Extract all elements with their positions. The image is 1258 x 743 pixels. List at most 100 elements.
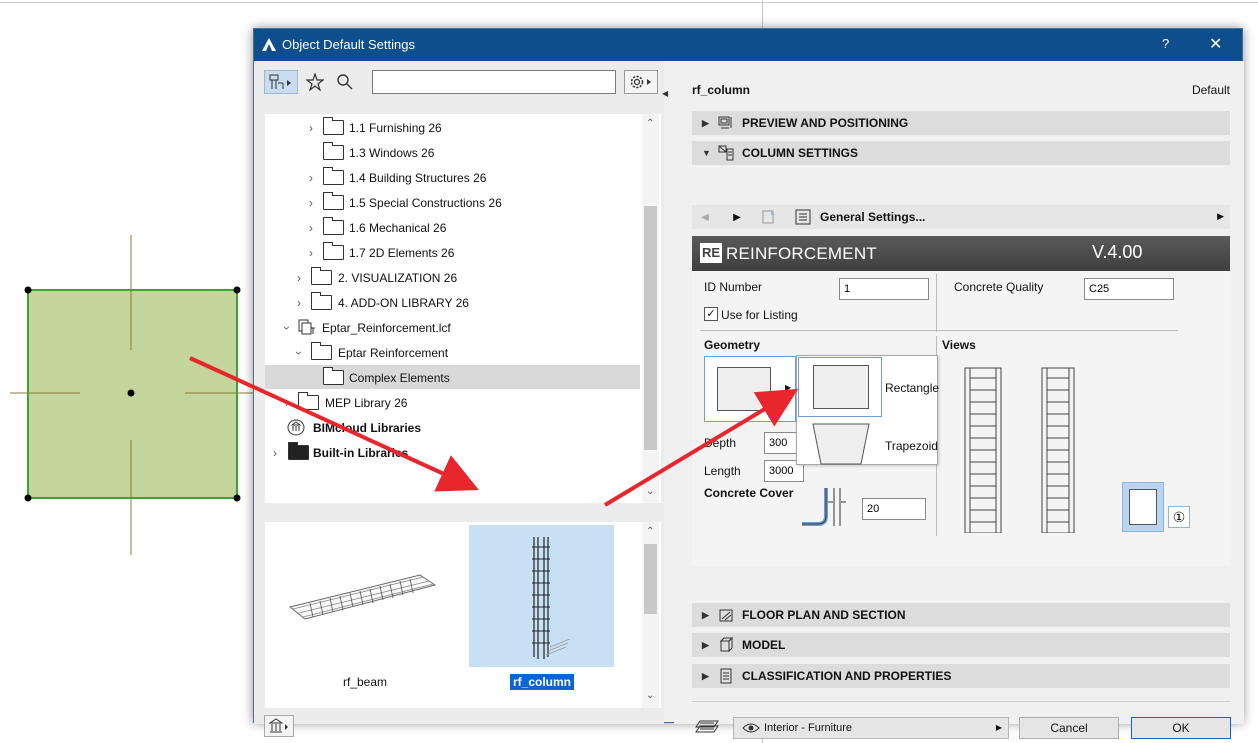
tree-item-mechanical[interactable]: › 1.6 Mechanical 26: [265, 215, 640, 240]
folder-icon: [323, 192, 344, 210]
dropdown-arrow-icon[interactable]: ▶: [1217, 211, 1224, 222]
settings-pane: rf_column Default ▶ PREVIEW AND POSITION…: [674, 61, 1244, 739]
tree-item-label: 1.1 Furnishing 26: [349, 120, 442, 135]
object-preview-grid[interactable]: rf_beam rf_column ⌃ ⌄: [265, 522, 661, 708]
concrete-cover-input[interactable]: [862, 498, 926, 520]
geometry-shape-popup[interactable]: Rectangle Trapezoid: [796, 355, 939, 466]
preview-label-rf-column[interactable]: rf_column: [510, 674, 575, 690]
shape-option-rectangle[interactable]: Rectangle: [885, 381, 939, 395]
tree-item-add-on-library[interactable]: › 4. ADD-ON LIBRARY 26: [265, 290, 640, 315]
archicad-logo-icon: [262, 38, 276, 51]
chevron-down-icon[interactable]: ›: [280, 322, 294, 334]
rf-beam-thumbnail[interactable]: [285, 567, 445, 627]
chevron-right-icon[interactable]: ›: [281, 396, 293, 410]
search-button[interactable]: [334, 70, 356, 94]
scrollbar-thumb[interactable]: [644, 544, 657, 614]
general-settings-dropdown[interactable]: General Settings...: [820, 210, 925, 224]
library-manager-button[interactable]: [264, 715, 294, 737]
tree-item-label: 1.7 2D Elements 26: [349, 245, 455, 260]
chevron-right-icon[interactable]: ›: [305, 196, 317, 210]
chevron-right-icon[interactable]: ›: [305, 171, 317, 185]
chevron-down-icon[interactable]: ⌄: [646, 486, 654, 497]
tree-scrollbar[interactable]: ⌃ ⌄: [642, 114, 659, 503]
page-icon-button[interactable]: [758, 205, 780, 229]
section-label: MODEL: [742, 638, 786, 652]
tree-item-built-in-libraries[interactable]: › Built-in Libraries: [265, 440, 640, 465]
canvas-guide-line: [762, 0, 763, 30]
concrete-quality-input[interactable]: [1084, 278, 1174, 300]
chevron-up-icon[interactable]: ⌃: [646, 526, 654, 537]
panel-classification-properties[interactable]: ▶ CLASSIFICATION AND PROPERTIES: [692, 664, 1230, 688]
tree-item-label: 2. VISUALIZATION 26: [338, 270, 458, 285]
help-button[interactable]: ?: [1162, 36, 1169, 51]
panel-floor-plan-section[interactable]: ▶ FLOOR PLAN AND SECTION: [692, 603, 1230, 627]
tree-item-bimcloud-libraries[interactable]: BIMcloud Libraries: [265, 415, 640, 440]
tree-item-building-structures[interactable]: › 1.4 Building Structures 26: [265, 165, 640, 190]
trapezoid-shape-icon[interactable]: [811, 422, 871, 466]
collapse-arrow-icon[interactable]: ▼: [702, 148, 711, 158]
geometry-shape-picker[interactable]: ▶: [704, 356, 796, 422]
id-number-input[interactable]: [839, 278, 929, 300]
chevron-right-icon[interactable]: ›: [305, 221, 317, 235]
chevron-right-icon[interactable]: ›: [293, 296, 305, 310]
chevron-up-icon[interactable]: ⌃: [646, 118, 654, 129]
view-number-badge[interactable]: ①: [1168, 506, 1190, 528]
expand-arrow-icon[interactable]: ▶: [702, 610, 709, 621]
general-settings-icon-button[interactable]: [792, 205, 814, 229]
expand-arrow-icon[interactable]: ▶: [702, 640, 709, 651]
section-view-button[interactable]: [1122, 482, 1164, 532]
panel-column-settings[interactable]: ▼ COLUMN SETTINGS: [692, 141, 1230, 165]
layer-dropdown[interactable]: Interior - Furniture ▶: [733, 717, 1009, 739]
library-view-button[interactable]: [264, 70, 298, 94]
shape-option-rectangle-tile[interactable]: [798, 357, 882, 417]
library-tree[interactable]: › 1.1 Furnishing 26 1.3 Windows 26 › 1.4…: [265, 114, 661, 503]
tree-item-label: Eptar Reinforcement: [338, 345, 449, 360]
section-view-icon: [1129, 489, 1157, 525]
column-settings-icon: [718, 145, 734, 161]
chevron-right-icon[interactable]: ›: [305, 121, 317, 135]
tree-item-label: Complex Elements: [349, 370, 450, 385]
column-element[interactable]: [0, 0, 260, 743]
panel-model[interactable]: ▶ MODEL: [692, 633, 1230, 657]
library-settings-button[interactable]: [624, 70, 658, 94]
search-icon: [337, 74, 353, 90]
prev-page-button[interactable]: ◀: [694, 205, 716, 229]
tree-item-2d-elements[interactable]: › 1.7 2D Elements 26: [265, 240, 640, 265]
title-bar[interactable]: Object Default Settings ? ✕: [254, 29, 1242, 61]
reinforcement-title: REINFORCEMENT: [726, 244, 877, 263]
tree-item-special-constructions[interactable]: › 1.5 Special Constructions 26: [265, 190, 640, 215]
preview-label-rf-beam[interactable]: rf_beam: [335, 675, 395, 689]
gear-icon: [630, 75, 651, 89]
tree-item-eptar-lcf[interactable]: › Eptar_Reinforcement.lcf: [265, 315, 640, 340]
chevron-right-icon[interactable]: ›: [269, 446, 281, 460]
expand-arrow-icon[interactable]: ▶: [702, 118, 709, 129]
collapse-arrow-icon[interactable]: ◀: [662, 89, 668, 98]
tree-item-complex-elements[interactable]: Complex Elements: [265, 365, 640, 390]
object-name: rf_column: [692, 83, 751, 97]
shape-option-trapezoid[interactable]: Trapezoid: [885, 439, 938, 453]
panel-preview-positioning[interactable]: ▶ PREVIEW AND POSITIONING: [692, 111, 1230, 135]
tree-item-visualization[interactable]: › 2. VISUALIZATION 26: [265, 265, 640, 290]
chevron-right-icon[interactable]: ›: [293, 271, 305, 285]
concrete-cover-diagram-icon: [802, 488, 846, 526]
expand-arrow-icon[interactable]: ▶: [702, 671, 709, 682]
ok-button[interactable]: OK: [1131, 717, 1231, 739]
tree-item-mep-library[interactable]: › MEP Library 26: [265, 390, 640, 415]
chevron-right-icon[interactable]: ›: [305, 246, 317, 260]
close-button[interactable]: ✕: [1209, 34, 1222, 54]
scrollbar-thumb[interactable]: [644, 206, 657, 450]
use-for-listing-checkbox[interactable]: ✓: [704, 307, 718, 321]
favorites-button[interactable]: [304, 70, 326, 94]
preview-rf-column-selected[interactable]: [469, 525, 614, 667]
model-icon: [719, 637, 734, 653]
chevron-down-icon[interactable]: ›: [292, 347, 306, 359]
next-page-button[interactable]: ▶: [726, 205, 748, 229]
tree-item-furnishing[interactable]: › 1.1 Furnishing 26: [265, 115, 640, 140]
tree-item-windows[interactable]: 1.3 Windows 26: [265, 140, 640, 165]
search-input[interactable]: [372, 70, 616, 94]
tree-item-eptar-reinforcement[interactable]: › Eptar Reinforcement: [265, 340, 640, 365]
chevron-down-icon[interactable]: ⌄: [646, 690, 654, 701]
preview-scrollbar[interactable]: ⌃ ⌄: [642, 522, 659, 708]
cancel-button[interactable]: Cancel: [1019, 717, 1119, 739]
id-number-label: ID Number: [704, 280, 763, 294]
